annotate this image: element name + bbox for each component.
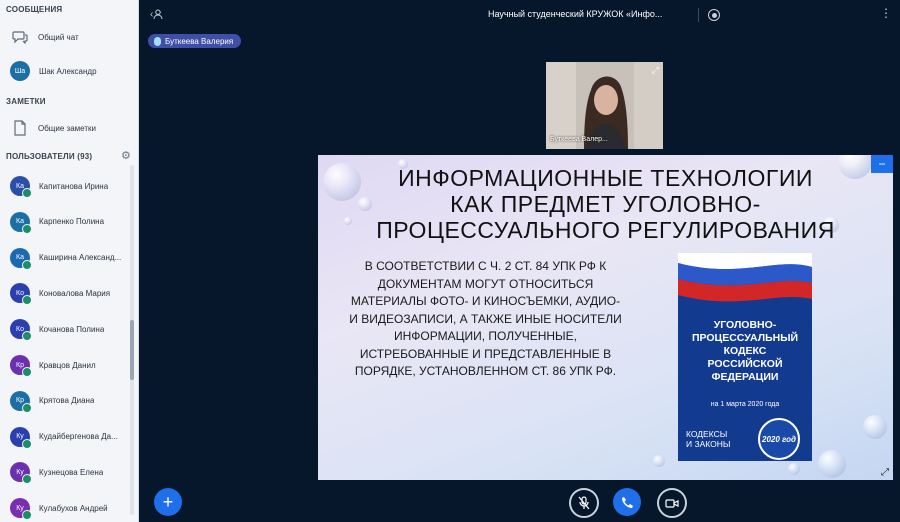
user-name: Кочанова Полина: [39, 324, 105, 334]
user-back-icon[interactable]: ‹: [150, 9, 163, 20]
avatar: Кр: [10, 355, 32, 377]
minimize-icon[interactable]: −: [871, 155, 893, 173]
user-list-item[interactable]: Ка Капитанова Ирина: [0, 171, 132, 201]
user-name: Карпенко Полина: [39, 217, 105, 227]
notes-header: ЗАМЕТКИ: [6, 97, 46, 106]
user-name: Капитанова Ирина: [39, 181, 109, 191]
audio-status-icon: [22, 367, 32, 377]
user-name: Кудайбергенова Да...: [39, 432, 118, 442]
book-date: на 1 марта 2020 года: [710, 401, 780, 408]
user-name: Каширина Александ...: [39, 253, 122, 263]
avatar: Ка: [10, 176, 32, 198]
user-list-item[interactable]: Кр Крятова Диана: [0, 386, 132, 416]
webcam-video[interactable]: Буткеева Валер... ⤢: [546, 62, 663, 149]
leave-audio-button[interactable]: [613, 488, 641, 516]
decorative-bubble: [818, 450, 846, 478]
microphone-icon: [154, 36, 161, 46]
user-list-item[interactable]: Ка Карпенко Полина: [0, 207, 132, 237]
avatar: Ко: [10, 283, 32, 306]
audio-status-icon: [22, 438, 32, 449]
avatar: Ша: [10, 61, 30, 81]
audio-status-icon: [22, 295, 32, 306]
more-options-icon[interactable]: ⋮: [880, 6, 892, 20]
messages-header: СООБЩЕНИЯ: [6, 5, 63, 14]
user-name: Коновалова Мария: [39, 288, 111, 298]
users-header: ПОЛЬЗОВАТЕЛИ (93): [6, 152, 93, 161]
decorative-bubble: [788, 463, 800, 475]
audio-status-icon: [22, 474, 32, 485]
user-list-item[interactable]: Ко Коновалова Мария: [0, 278, 132, 308]
avatar: Ка: [10, 247, 32, 270]
flag-graphic: [678, 253, 812, 302]
actions-plus-button[interactable]: +: [154, 488, 182, 516]
book-title: УГОЛОВНО- ПРОЦЕССУАЛЬНЫЙ КОДЕКС РОССИЙСК…: [691, 319, 799, 383]
avatar: Ку: [10, 462, 32, 485]
slide-title: ИНФОРМАЦИОННЫЕ ТЕХНОЛОГИИ КАК ПРЕДМЕТ УГ…: [376, 165, 835, 243]
sidebar-item-label: Шак Александр: [39, 66, 97, 76]
user-list-item[interactable]: Ко Кочанова Полина: [0, 314, 132, 344]
webcam-name: Буткеева Валер...: [550, 136, 608, 143]
presenter-badge: Буткеева Валерия: [148, 34, 242, 48]
divider: [698, 8, 699, 22]
sidebar-item-shared-notes[interactable]: Общие заметки: [0, 113, 132, 143]
slide-body: В СООТВЕТСТВИИ С Ч. 2 СТ. 84 УПК РФ К ДО…: [349, 259, 622, 378]
book-cover-image: УГОЛОВНО- ПРОЦЕССУАЛЬНЫЙ КОДЕКС РОССИЙСК…: [678, 253, 812, 461]
book-series: КОДЕКСЫ И ЗАКОНЫ: [686, 429, 731, 449]
audio-status-icon: [22, 402, 32, 413]
sidebar-item-label: Общие заметки: [38, 123, 96, 133]
user-name: Крятова Диана: [39, 396, 95, 406]
sidebar-item-label: Общий чат: [38, 32, 79, 42]
avatar: Ку: [10, 426, 32, 449]
user-list-item[interactable]: Ку Кудайбергенова Да...: [0, 422, 132, 452]
sidebar: СООБЩЕНИЯ Общий чат Ша Шак Александр ЗАМ…: [0, 0, 139, 522]
user-list-item[interactable]: Ку Кузнецова Елена: [0, 457, 132, 487]
user-list-item[interactable]: Ку Кулабухов Андрей: [0, 493, 132, 522]
microphone-icon: [578, 496, 590, 510]
camera-icon: [665, 498, 679, 508]
meeting-title: Научный студенческий КРУЖОК «Инфо...: [488, 9, 663, 19]
gear-icon[interactable]: ⚙: [121, 149, 131, 162]
plus-icon: +: [162, 491, 174, 512]
audio-status-icon: [22, 259, 32, 270]
audio-status-icon: [22, 223, 32, 234]
avatar: Кр: [10, 390, 32, 413]
top-bar: ‹ Научный студенческий КРУЖОК «Инфо... ⋮: [138, 0, 900, 32]
record-icon[interactable]: [708, 9, 720, 21]
user-name: Кравцов Данил: [39, 360, 96, 370]
fullscreen-icon[interactable]: ⤢: [652, 65, 659, 76]
book-seal: 2020 год: [758, 418, 800, 460]
presentation-slide: ИНФОРМАЦИОННЫЕ ТЕХНОЛОГИИ КАК ПРЕДМЕТ УГ…: [318, 155, 893, 480]
sidebar-item-public-chat[interactable]: Общий чат: [0, 22, 132, 52]
avatar: Ку: [10, 498, 32, 521]
user-name: Кузнецова Елена: [39, 467, 104, 477]
audio-status-icon: [22, 331, 32, 342]
chat-icon: [10, 27, 30, 47]
fullscreen-icon[interactable]: ⤢: [881, 467, 889, 478]
user-list-item[interactable]: Ка Каширина Александ...: [0, 243, 132, 273]
sidebar-item-private-chat[interactable]: Ша Шак Александр: [0, 56, 132, 86]
avatar: Ка: [10, 211, 32, 234]
notes-icon: [10, 118, 30, 138]
decorative-bubble: [653, 455, 665, 467]
avatar: Ко: [10, 319, 32, 342]
phone-icon: [621, 496, 633, 508]
user-list-item[interactable]: Кр Кравцов Данил: [0, 350, 132, 380]
audio-status-icon: [22, 188, 32, 198]
audio-status-icon: [22, 510, 32, 521]
decorative-bubble: [863, 415, 887, 439]
user-name: Кулабухов Андрей: [39, 503, 108, 513]
camera-button[interactable]: [657, 488, 687, 518]
scrollbar-thumb[interactable]: [130, 320, 134, 380]
mute-button[interactable]: [569, 488, 599, 518]
